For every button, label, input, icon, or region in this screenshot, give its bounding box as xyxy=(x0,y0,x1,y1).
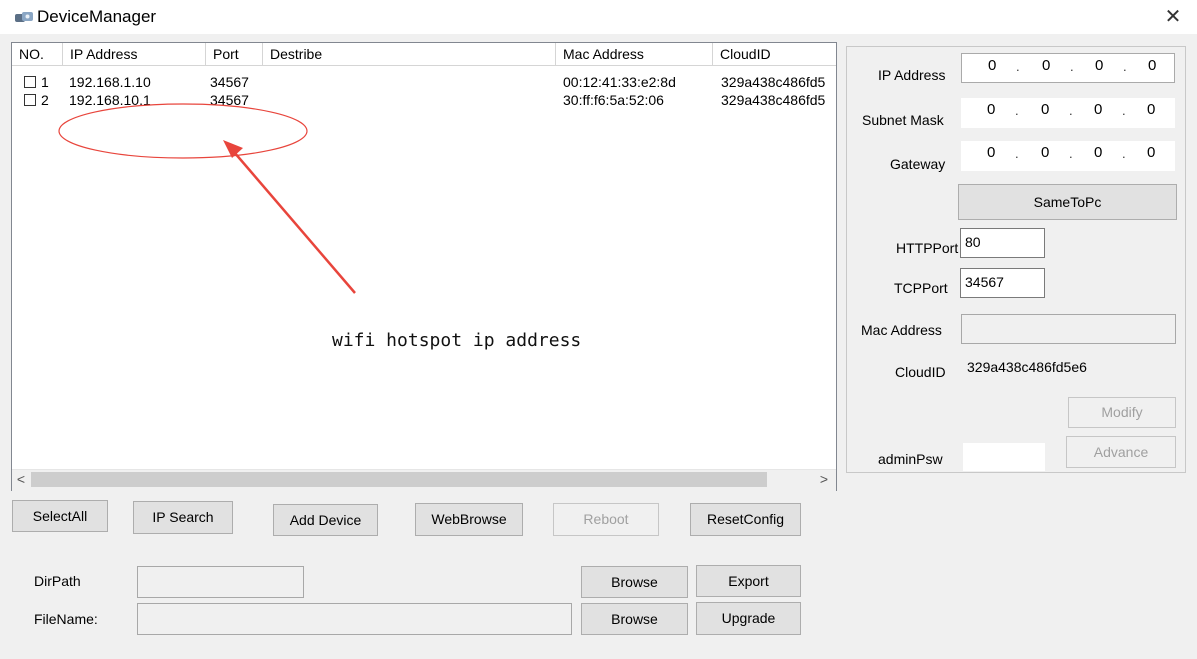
annotation-ellipse xyxy=(58,103,308,159)
file-name-label: FileName: xyxy=(34,611,98,627)
ip-octet: 0 xyxy=(1041,101,1050,118)
ip-address-field[interactable]: 0 . 0 . 0 . 0 xyxy=(961,53,1175,83)
ip-dot: . xyxy=(1015,146,1019,161)
subnet-mask-field[interactable]: 0 . 0 . 0 . 0 xyxy=(961,98,1175,128)
admin-psw-label: adminPsw xyxy=(878,451,943,467)
ip-octet: 0 xyxy=(1147,101,1156,118)
reboot-button[interactable]: Reboot xyxy=(553,503,659,536)
ip-search-button[interactable]: IP Search xyxy=(133,501,233,534)
ip-octet: 0 xyxy=(987,101,996,118)
ip-octet: 0 xyxy=(1094,101,1103,118)
tcp-port-label: TCPPort xyxy=(894,280,948,296)
ip-octet: 0 xyxy=(1095,57,1104,74)
dir-path-field[interactable] xyxy=(137,566,304,598)
ip-dot: . xyxy=(1016,59,1020,74)
scrollbar-thumb[interactable] xyxy=(31,472,767,487)
gateway-label: Gateway xyxy=(890,156,946,172)
tcp-port-field[interactable]: 34567 xyxy=(960,268,1045,298)
cloud-id-value: 329a438c486fd5e6 xyxy=(967,359,1087,375)
subnet-mask-label: Subnet Mask xyxy=(862,112,944,128)
ip-octet: 0 xyxy=(1147,144,1156,161)
ip-dot: . xyxy=(1069,103,1073,118)
ip-octet: 0 xyxy=(988,57,997,74)
scroll-left-icon[interactable]: < xyxy=(12,469,30,490)
mac-address-label: Mac Address xyxy=(861,322,942,338)
ip-address-label: IP Address xyxy=(878,67,946,83)
mac-address-field[interactable] xyxy=(961,314,1176,344)
cloud-id-label: CloudID xyxy=(895,364,946,380)
file-name-field[interactable] xyxy=(137,603,572,635)
browse-file-button[interactable]: Browse xyxy=(581,603,688,635)
ip-dot: . xyxy=(1123,59,1127,74)
export-button[interactable]: Export xyxy=(696,565,801,597)
annotation-label: wifi hotspot ip address xyxy=(332,330,582,351)
http-port-label: HTTPPort xyxy=(896,240,959,256)
ip-dot: . xyxy=(1015,103,1019,118)
ip-octet: 0 xyxy=(1094,144,1103,161)
advance-button[interactable]: Advance xyxy=(1066,436,1176,468)
ip-octet: 0 xyxy=(1041,144,1050,161)
ip-dot: . xyxy=(1070,59,1074,74)
dir-path-label: DirPath xyxy=(34,573,81,589)
ip-octet: 0 xyxy=(1042,57,1051,74)
add-device-button[interactable]: Add Device xyxy=(273,504,378,536)
scroll-right-icon[interactable]: > xyxy=(815,469,833,490)
reset-config-button[interactable]: ResetConfig xyxy=(690,503,801,536)
ip-dot: . xyxy=(1122,103,1126,118)
select-all-button[interactable]: SelectAll xyxy=(12,500,108,532)
browse-dir-button[interactable]: Browse xyxy=(581,566,688,598)
ip-octet: 0 xyxy=(1148,57,1157,74)
annotation-arrow-shaft xyxy=(233,151,356,294)
same-to-pc-button[interactable]: SameToPc xyxy=(958,184,1177,220)
ip-octet: 0 xyxy=(987,144,996,161)
http-port-field[interactable]: 80 xyxy=(960,228,1045,258)
upgrade-button[interactable]: Upgrade xyxy=(696,602,801,635)
admin-psw-field[interactable] xyxy=(963,443,1045,471)
gateway-field[interactable]: 0 . 0 . 0 . 0 xyxy=(961,141,1175,171)
ip-dot: . xyxy=(1069,146,1073,161)
modify-button[interactable]: Modify xyxy=(1068,397,1176,428)
web-browse-button[interactable]: WebBrowse xyxy=(415,503,523,536)
ip-dot: . xyxy=(1122,146,1126,161)
